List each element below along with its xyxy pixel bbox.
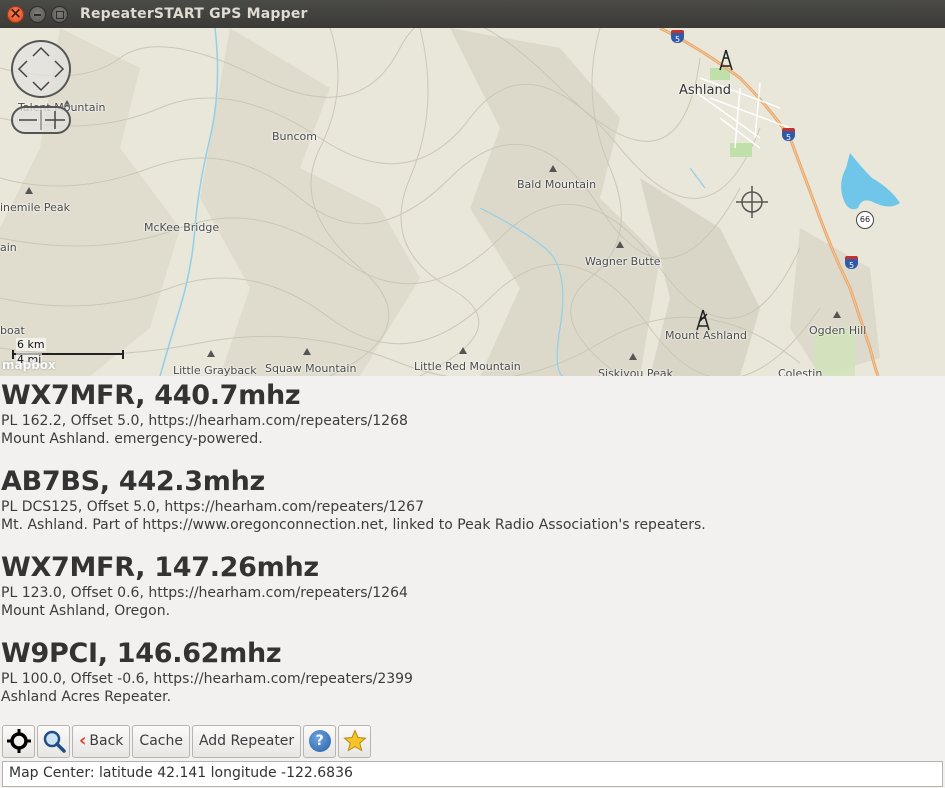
favorite-button[interactable] (338, 724, 372, 758)
shield-label: 5 (674, 35, 681, 44)
map-label-wagner-butte: Wagner Butte (585, 255, 661, 268)
map-zoom-control[interactable] (11, 106, 71, 134)
map-label-mckee-bridge: McKee Bridge (144, 221, 220, 234)
minimize-window-button[interactable] (29, 5, 46, 23)
app-window: RepeaterSTART GPS Mapper (0, 0, 945, 788)
map-label-squaw-mountain: Squaw Mountain (265, 362, 357, 375)
map-label-ogden-hill: Ogden Hill (809, 324, 867, 337)
map-pan-control[interactable] (11, 40, 71, 98)
maximize-window-button[interactable] (51, 5, 68, 23)
repeater-description: Mount Ashland. emergency-powered. (1, 431, 263, 447)
map-label-little-grayback: Little Grayback (173, 364, 257, 376)
map-label-siskiyou-peak: Siskiyou Peak (598, 367, 674, 376)
map-terrain (0, 28, 945, 376)
zoom-icons (19, 110, 65, 130)
help-icon: ? (308, 730, 331, 752)
interstate-5-shield: 5 (845, 256, 858, 270)
add-repeater-button[interactable]: Add Repeater (191, 724, 302, 758)
map-label-mount-ashland: Mount Ashland (665, 329, 747, 342)
scale-km-label: 6 km (16, 338, 46, 351)
back-button[interactable]: ‹ Back (72, 724, 131, 758)
shield-label: 5 (848, 261, 855, 270)
repeater-title: WX7MFR, 147.26mhz (1, 552, 319, 583)
map-label-bald-mountain: Bald Mountain (517, 178, 597, 191)
list-item[interactable]: AB7BS, 442.3mhz PL DCS125, Offset 5.0, h… (1, 466, 706, 533)
repeater-title: AB7BS, 442.3mhz (1, 466, 265, 497)
gps-locate-button[interactable] (2, 724, 35, 758)
title-bar: RepeaterSTART GPS Mapper (0, 0, 945, 28)
list-item[interactable]: WX7MFR, 440.7mhz PL 162.2, Offset 5.0, h… (1, 380, 408, 447)
repeater-description: Ashland Acres Repeater. (1, 689, 172, 705)
repeater-description: Mt. Ashland. Part of https://www.oregonc… (1, 517, 706, 533)
map-label-ninemile-peak: inemile Peak (0, 201, 71, 214)
gps-target-icon (6, 729, 31, 753)
repeater-description: Mount Ashland, Oregon. (1, 603, 171, 619)
add-repeater-label: Add Repeater (198, 733, 295, 749)
help-button[interactable]: ? (303, 724, 337, 758)
map-label-ashland: Ashland (679, 83, 731, 98)
list-item[interactable]: W9PCI, 146.62mhz PL 100.0, Offset -0.6, … (1, 638, 413, 705)
interstate-5-shield: 5 (671, 30, 684, 44)
map-label-boat: boat (0, 324, 25, 337)
map-label-colestin: Colestin (778, 367, 823, 376)
map-label-buncom: Buncom (272, 130, 317, 143)
repeater-title: WX7MFR, 440.7mhz (1, 380, 301, 411)
search-icon (43, 730, 66, 753)
close-window-button[interactable] (7, 4, 24, 23)
pan-arrows-icon (17, 46, 65, 92)
repeater-details: PL 123.0, Offset 0.6, https://hearham.co… (1, 585, 408, 601)
window-title: RepeaterSTART GPS Mapper (80, 6, 308, 22)
map-label-little-red-mountain: Little Red Mountain (414, 360, 521, 373)
route-66-shield: 66 (856, 211, 874, 229)
repeater-details: PL 100.0, Offset -0.6, https://hearham.c… (1, 671, 413, 687)
repeater-list: WX7MFR, 440.7mhz PL 162.2, Offset 5.0, h… (0, 376, 945, 722)
cache-button[interactable]: Cache (132, 724, 190, 758)
interstate-5-shield: 5 (782, 128, 795, 142)
search-button[interactable] (37, 724, 70, 758)
shield-label: 5 (785, 133, 792, 142)
repeater-details: PL 162.2, Offset 5.0, https://hearham.co… (1, 413, 408, 429)
shield-label: 66 (859, 215, 871, 224)
mapbox-attribution[interactable]: mapbox (2, 358, 56, 372)
map-label-ain: ain (0, 241, 17, 254)
map-center-status: Map Center: latitude 42.141 longitude -1… (2, 761, 943, 787)
repeater-title: W9PCI, 146.62mhz (1, 638, 282, 669)
repeater-details: PL DCS125, Offset 5.0, https://hearham.c… (1, 499, 424, 515)
chevron-left-icon: ‹ (79, 730, 87, 751)
star-icon (342, 729, 367, 752)
back-label: Back (89, 733, 124, 749)
map-view[interactable]: 5 5 5 66 Talent Mountain Buncom Ashland … (0, 28, 945, 376)
toolbar: ‹ Back Cache Add Repeater ? (0, 723, 945, 759)
list-item[interactable]: WX7MFR, 147.26mhz PL 123.0, Offset 0.6, … (1, 552, 408, 619)
cache-label: Cache (139, 733, 183, 749)
